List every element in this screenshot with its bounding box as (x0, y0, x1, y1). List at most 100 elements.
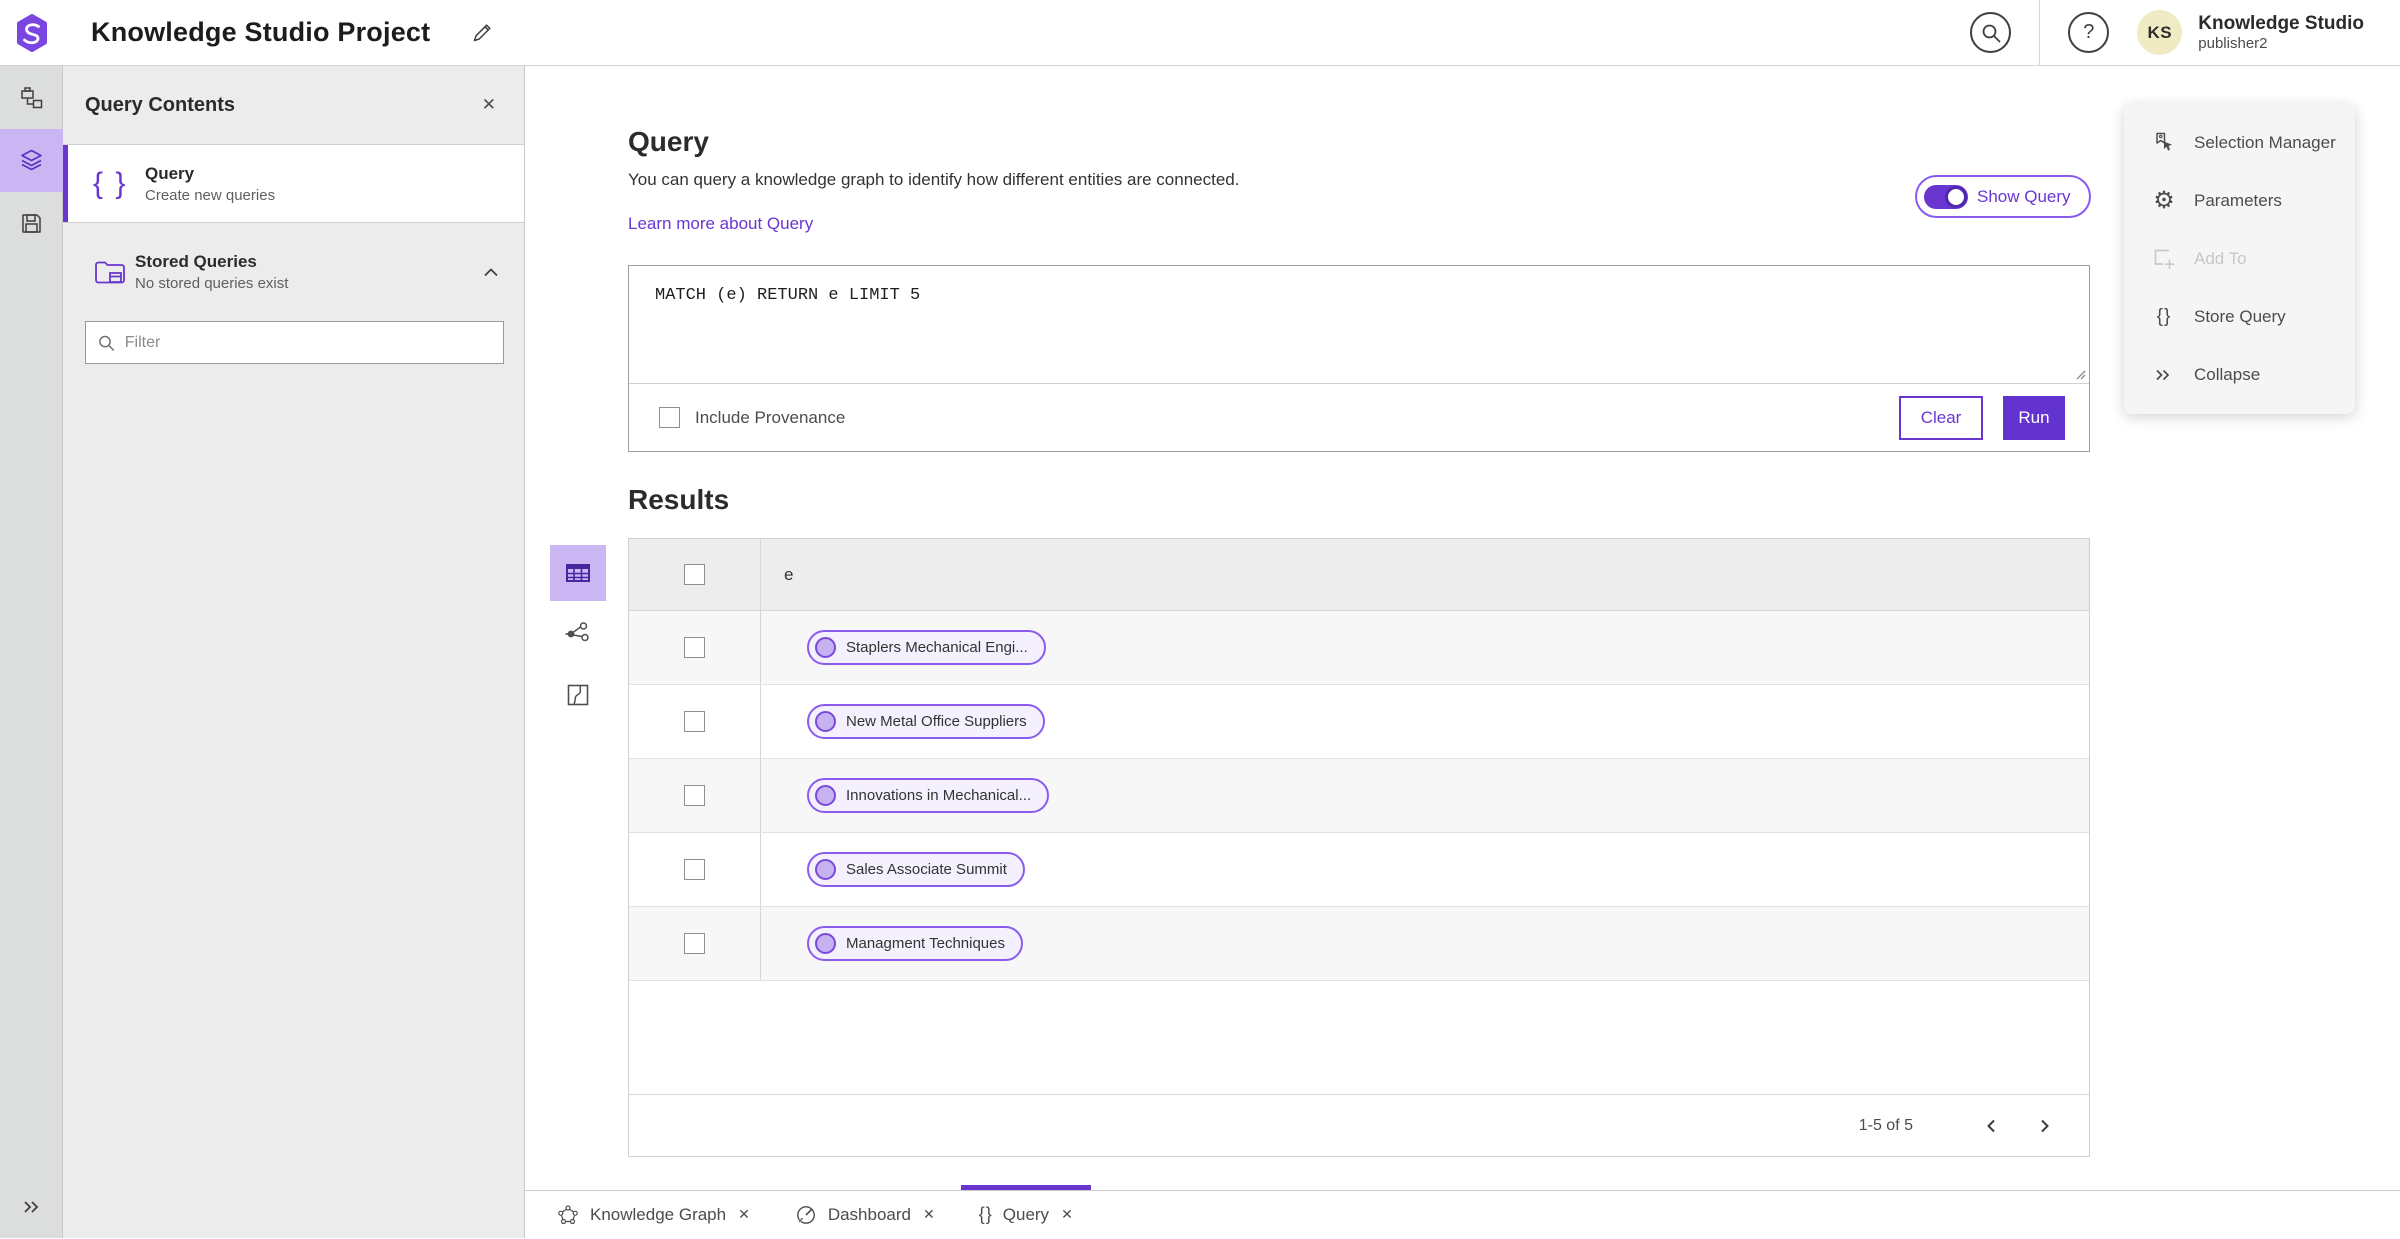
filter-input[interactable] (124, 333, 491, 352)
action-label: Parameters (2194, 191, 2282, 210)
view-table-button[interactable] (550, 545, 606, 601)
contents-item-query[interactable]: { } Query Create new queries (63, 145, 524, 223)
search-button[interactable] (1970, 12, 2012, 53)
column-header-e: e (784, 564, 794, 584)
run-button[interactable]: Run (2003, 395, 2065, 440)
table-row[interactable]: Sales Associate Summit (629, 833, 2089, 907)
rail-expand-button[interactable] (0, 1175, 63, 1238)
help-icon: ? (2083, 21, 2095, 43)
stored-queries-folder-icon (95, 261, 125, 284)
results-table: e Staplers Mechanical Engi... New Metal … (628, 538, 2090, 1157)
pencil-icon (474, 23, 491, 41)
layers-icon (21, 149, 42, 171)
entity-label: New Metal Office Suppliers (846, 713, 1027, 730)
help-button[interactable]: ? (2068, 12, 2110, 53)
contents-panel-header: Query Contents ✕ (63, 66, 524, 145)
edit-title-button[interactable] (464, 15, 500, 51)
braces-icon: {} (2156, 306, 2172, 327)
map-view-icon (567, 684, 589, 706)
entity-pill[interactable]: Staplers Mechanical Engi... (807, 630, 1046, 665)
row-checkbox[interactable] (684, 637, 705, 658)
header-divider (2039, 0, 2041, 66)
entity-pill[interactable]: Sales Associate Summit (807, 852, 1025, 887)
next-page-button[interactable] (2025, 1106, 2065, 1146)
tab-label: Query (1002, 1204, 1050, 1224)
query-description: You can query a knowledge graph to ident… (628, 170, 1240, 189)
query-editor-footer: Include Provenance Clear Run (629, 384, 2089, 451)
entity-dot-icon (815, 859, 836, 880)
results-view-toolbar (550, 545, 606, 728)
entity-dot-icon (815, 785, 836, 806)
table-row[interactable]: Staplers Mechanical Engi... (629, 611, 2089, 685)
chevron-up-icon[interactable] (482, 266, 500, 278)
contents-panel-title: Query Contents (85, 93, 236, 116)
row-checkbox[interactable] (684, 711, 705, 732)
stored-queries-filter[interactable] (85, 321, 504, 364)
clear-button[interactable]: Clear (1899, 395, 1983, 440)
close-panel-button[interactable]: ✕ (482, 95, 496, 115)
top-header: Knowledge Studio Project ? KS Knowledge … (0, 0, 2400, 66)
rail-item-save[interactable] (0, 192, 63, 255)
tab-dashboard[interactable]: Dashboard ✕ (776, 1191, 953, 1239)
table-row[interactable]: Innovations in Mechanical... (629, 759, 2089, 833)
show-query-toggle[interactable]: Show Query (1915, 175, 2091, 218)
knowledge-graph-icon (558, 1204, 578, 1224)
query-editor-container: MATCH (e) RETURN e LIMIT 5 Include Prove… (628, 265, 2090, 452)
entity-pill[interactable]: New Metal Office Suppliers (807, 704, 1045, 739)
close-tab-icon[interactable]: ✕ (1061, 1206, 1073, 1223)
entity-pill[interactable]: Innovations in Mechanical... (807, 778, 1050, 813)
double-chevron-right-icon (23, 1200, 38, 1213)
user-avatar[interactable]: KS (2137, 10, 2183, 55)
search-icon (1982, 24, 2001, 42)
resize-handle-icon[interactable] (2074, 368, 2086, 380)
close-tab-icon[interactable]: ✕ (738, 1206, 750, 1223)
knowledge-studio-logo-icon (16, 13, 47, 52)
entity-dot-icon (815, 637, 836, 658)
query-textarea[interactable]: MATCH (e) RETURN e LIMIT 5 (629, 266, 2089, 383)
select-all-checkbox[interactable] (684, 564, 705, 585)
header-checkbox-cell (629, 539, 761, 610)
store-query-button[interactable]: {} Store Query (2124, 288, 2355, 346)
filter-search-icon (99, 335, 115, 351)
app-root: Knowledge Studio Project ? KS Knowledge … (0, 0, 2400, 1238)
parameters-button[interactable]: ⚙ Parameters (2124, 172, 2355, 230)
contents-item-stored-queries[interactable]: Stored Queries No stored queries exist (63, 223, 524, 321)
view-link-chart-button[interactable] (550, 606, 606, 662)
table-row[interactable]: New Metal Office Suppliers (629, 685, 2089, 759)
contents-item-label: Stored Queries (135, 252, 257, 271)
braces-icon: { } (93, 166, 128, 200)
include-provenance-label: Include Provenance (695, 407, 846, 427)
dashboard-gauge-icon (796, 1205, 815, 1224)
tab-query[interactable]: {} Query ✕ (960, 1184, 1091, 1239)
query-actions-panel: Selection Manager ⚙ Parameters Add To {}… (2124, 104, 2355, 414)
row-checkbox[interactable] (684, 859, 705, 880)
entity-pill[interactable]: Managment Techniques (807, 926, 1023, 961)
query-page-title: Query (628, 126, 709, 157)
table-view-icon (566, 564, 590, 582)
rail-item-layers[interactable] (0, 129, 63, 192)
braces-icon: {} (978, 1204, 993, 1224)
tab-label: Dashboard (827, 1204, 911, 1224)
tab-knowledge-graph[interactable]: Knowledge Graph ✕ (538, 1191, 768, 1239)
previous-page-button[interactable] (1971, 1106, 2011, 1146)
action-label: Add To (2194, 249, 2247, 268)
add-to-icon (2154, 249, 2175, 269)
table-row[interactable]: Managment Techniques (629, 907, 2089, 981)
app-logo[interactable] (0, 13, 63, 53)
contents-item-description: Create new queries (145, 186, 276, 204)
gear-icon: ⚙ (2153, 187, 2175, 214)
close-tab-icon[interactable]: ✕ (923, 1206, 935, 1223)
collapse-panel-button[interactable]: Collapse (2124, 346, 2355, 404)
include-provenance-checkbox[interactable] (659, 407, 680, 428)
user-info[interactable]: Knowledge Studio publisher2 (2198, 13, 2364, 52)
entity-label: Sales Associate Summit (846, 861, 1007, 878)
selection-manager-button[interactable]: Selection Manager (2124, 114, 2355, 172)
row-checkbox[interactable] (684, 785, 705, 806)
view-map-button[interactable] (550, 667, 606, 723)
show-query-label: Show Query (1977, 186, 2071, 206)
row-checkbox[interactable] (684, 933, 705, 954)
data-model-icon (21, 87, 43, 109)
learn-more-link[interactable]: Learn more about Query (628, 214, 813, 234)
contents-item-label: Query (145, 163, 195, 183)
rail-item-data-model[interactable] (0, 66, 63, 129)
